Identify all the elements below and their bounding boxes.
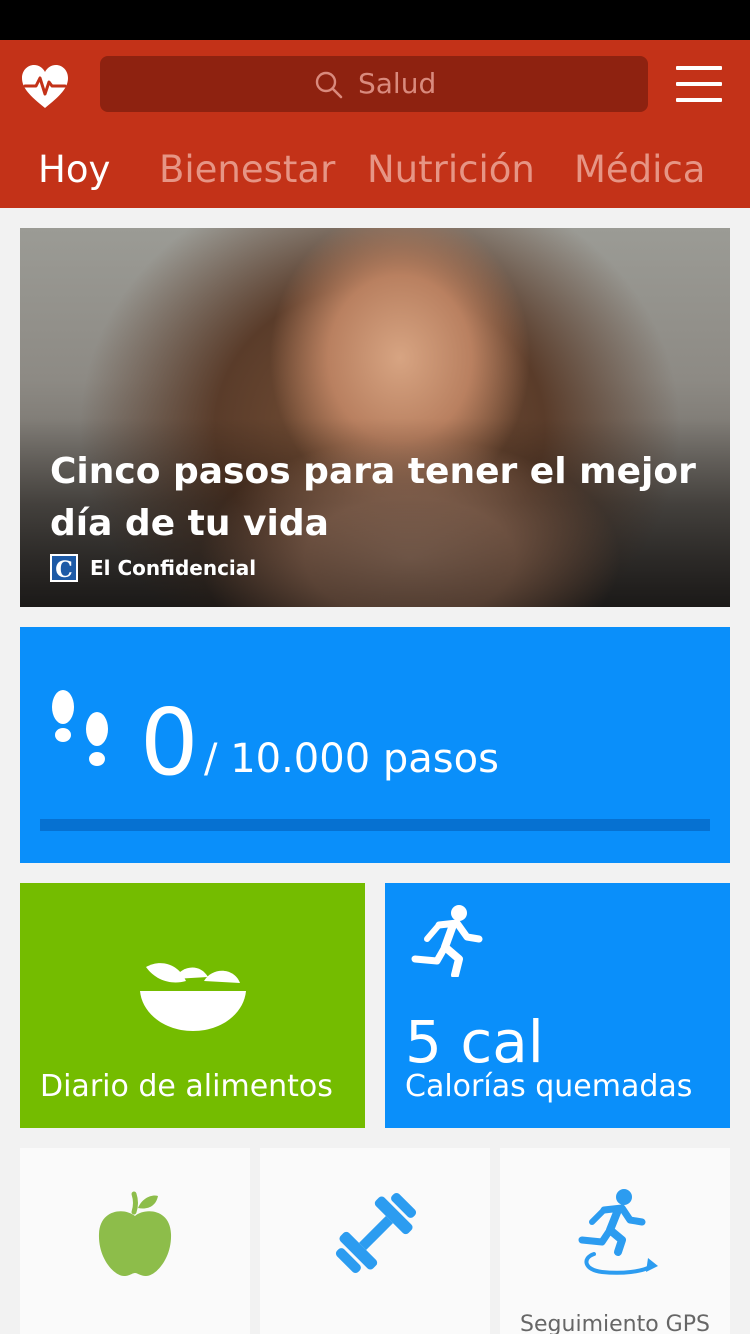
footprints-icon	[52, 690, 108, 766]
tab-hoy[interactable]: Hoy	[38, 144, 110, 196]
source-logo-icon: C	[50, 554, 78, 583]
tab-medica[interactable]: Médica	[574, 144, 705, 196]
salad-bowl-icon	[140, 963, 246, 1031]
app-header: Salud Hoy Bienestar Nutrición Médica	[0, 40, 750, 208]
steps-goal: / 10.000 pasos	[204, 736, 499, 782]
featured-article-card[interactable]: Cinco pasos para tener el mejor día de t…	[20, 228, 730, 607]
hamburger-menu-icon[interactable]	[676, 66, 722, 104]
search-bar[interactable]: Salud	[100, 56, 648, 112]
apple-icon	[98, 1191, 172, 1276]
steps-progress-bar	[40, 819, 710, 831]
search-icon	[315, 71, 343, 99]
tab-nutricion[interactable]: Nutrición	[367, 144, 535, 196]
steps-count: 0	[140, 689, 199, 796]
article-title: Cinco pasos para tener el mejor día de t…	[50, 451, 696, 544]
food-diary-label: Diario de alimentos	[40, 1069, 333, 1104]
shortcut-gps-tracking[interactable]: Seguimiento GPS	[500, 1148, 730, 1334]
search-placeholder: Salud	[358, 67, 437, 100]
heart-pulse-icon[interactable]	[20, 64, 70, 110]
dumbbell-icon	[335, 1192, 417, 1274]
calories-label: Calorías quemadas	[405, 1069, 693, 1104]
tab-bar: Hoy Bienestar Nutrición Médica	[0, 144, 750, 200]
tab-bienestar[interactable]: Bienestar	[159, 144, 335, 196]
shortcut-exercise[interactable]	[260, 1148, 490, 1334]
shortcut-nutrition[interactable]	[20, 1148, 250, 1334]
calories-value: 5 cal	[405, 1008, 544, 1076]
gps-running-icon	[578, 1189, 658, 1275]
status-bar	[0, 0, 750, 40]
article-source: C El Confidencial	[50, 554, 257, 583]
steps-tile[interactable]: 0 / 10.000 pasos	[20, 627, 730, 863]
food-diary-tile[interactable]: Diario de alimentos	[20, 883, 365, 1128]
calories-tile[interactable]: 5 cal Calorías quemadas	[385, 883, 730, 1128]
shortcut-label: Seguimiento GPS	[520, 1312, 710, 1334]
running-icon	[411, 905, 483, 977]
source-name: El Confidencial	[90, 556, 257, 580]
